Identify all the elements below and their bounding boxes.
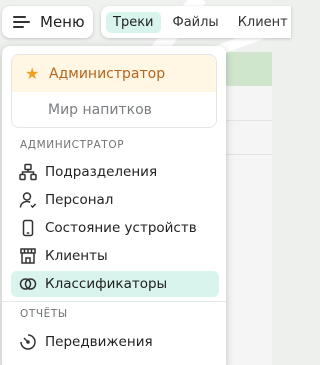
section-title-reports: ОТЧЁТЫ [20,308,68,320]
gauge-icon [19,333,37,351]
role-current-label: Администратор [49,65,166,82]
menu-button[interactable]: Меню [2,6,93,38]
phone-icon [19,219,37,237]
main-menu-dropdown: ★ Администратор Мир напитков АДМИНИСТРАТ… [2,46,226,365]
menu-item-label: Клиенты [45,248,108,264]
menu-item-label: Персонал [45,192,114,208]
role-current[interactable]: ★ Администратор [12,55,216,92]
role-other[interactable]: Мир напитков [12,92,216,127]
menu-item-classifiers[interactable]: Классификаторы [11,271,219,297]
hamburger-icon [13,15,31,29]
menu-item-staff[interactable]: Персонал [11,187,219,213]
menu-item-label: Передвижения [45,334,153,350]
store-icon [19,247,37,265]
org-chart-icon [19,163,37,181]
menu-label: Меню [40,13,85,31]
map-park [226,52,272,86]
menu-item-movements[interactable]: Передвижения [11,329,219,355]
menu-item-label: Состояние устройств [45,220,197,236]
menu-item-departments[interactable]: Подразделения [11,159,219,185]
menu-item-label: Классификаторы [45,276,168,292]
tab-clients[interactable]: Клиент [231,12,291,33]
circles-icon [19,275,37,293]
tab-files[interactable]: Файлы [166,12,226,33]
section-title-admin: АДМИНИСТРАТОР [20,139,125,151]
tab-tracks[interactable]: Треки [106,11,161,33]
person-icon [19,191,37,209]
role-other-label: Мир напитков [48,102,152,118]
menu-item-clients[interactable]: Клиенты [11,243,219,269]
top-tabs: Треки Файлы Клиент [101,6,291,38]
section-divider [2,301,226,302]
menu-item-label: Подразделения [45,164,158,180]
star-icon: ★ [25,63,40,83]
menu-item-device-status[interactable]: Состояние устройств [11,215,219,241]
role-switcher: ★ Администратор Мир напитков [11,54,217,128]
